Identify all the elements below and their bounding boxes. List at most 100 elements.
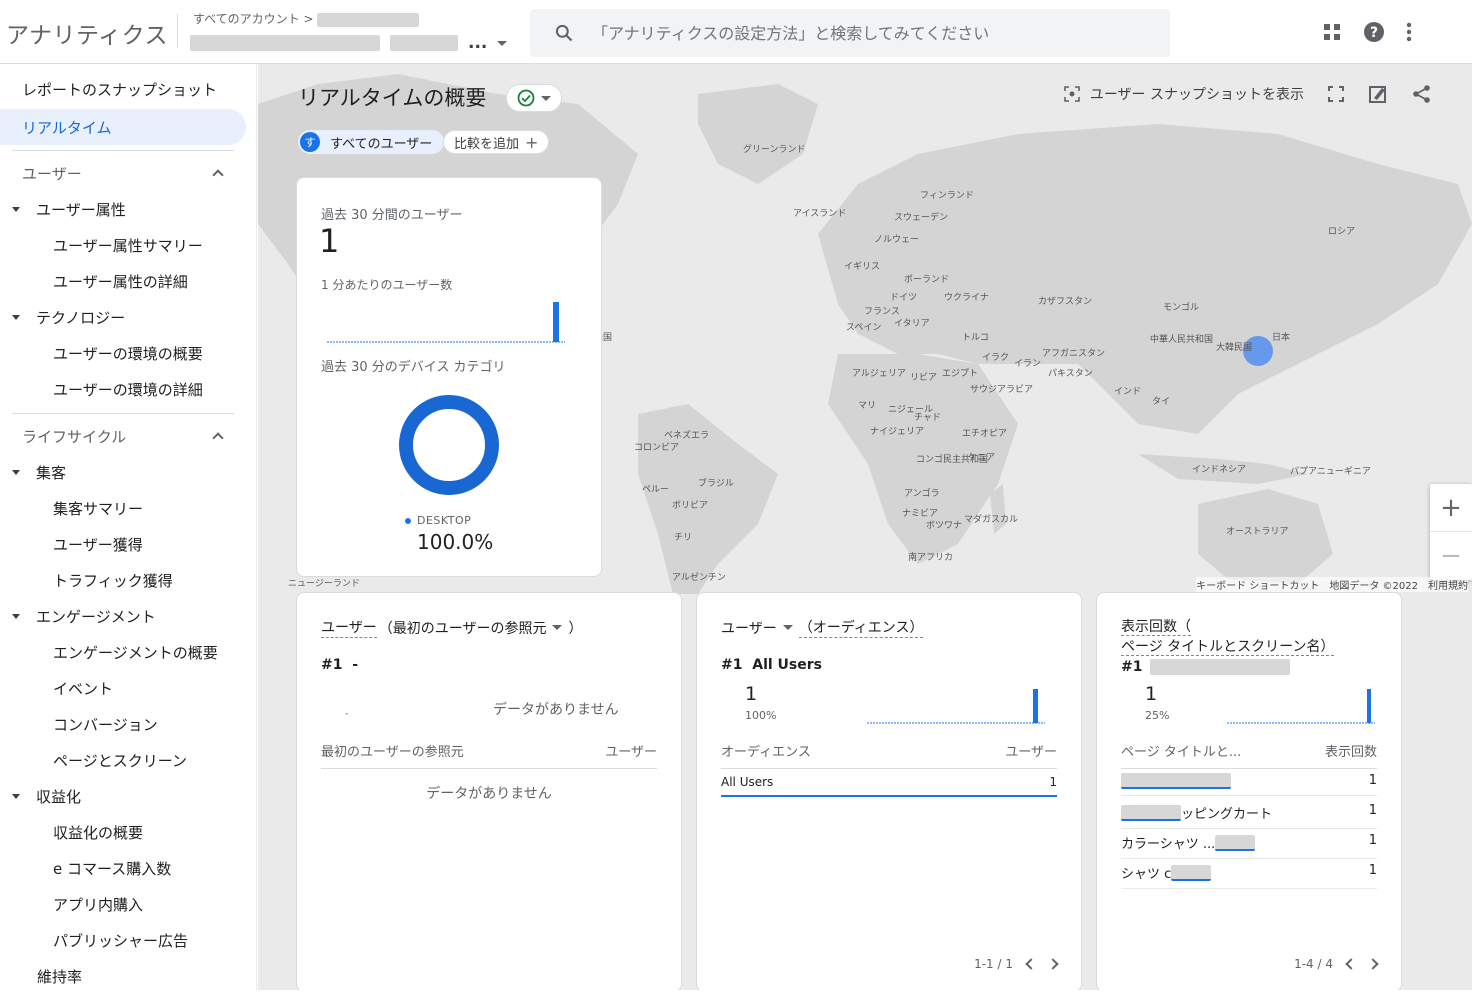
map-data-credit: 地図データ ©2022 [1329, 581, 1418, 592]
metric-selector[interactable]: ユーザー [721, 618, 777, 638]
chevron-right-icon[interactable] [1047, 958, 1059, 970]
table-row[interactable]: カラーシャツ ... 1 [1121, 833, 1377, 859]
row-name-text: カラーシャツ ... [1121, 837, 1216, 852]
map-country-label: カザフスタン [1038, 297, 1093, 307]
property-name-redacted [190, 35, 380, 51]
sidebar-item-label: 収益化の概要 [53, 823, 144, 842]
sidebar-item-acq-summary[interactable]: 集客サマリー [0, 490, 143, 526]
map-country-label: パキスタン [1048, 369, 1093, 379]
no-data-message: データがありません [426, 786, 552, 802]
account-breadcrumb[interactable]: すべてのアカウント > [193, 10, 420, 27]
donut-slice-desktop [399, 395, 499, 495]
segment-chip-all-users[interactable]: す すべてのユーザー [298, 130, 445, 154]
sidebar-item-realtime[interactable]: リアルタイム [0, 109, 246, 145]
help-icon[interactable]: ? [1362, 20, 1386, 44]
sidebar-item-eng-conv[interactable]: コンバージョン [0, 706, 158, 742]
more-vert-icon[interactable] [1406, 22, 1412, 42]
sparkline-bar [553, 302, 559, 342]
chevron-down-icon[interactable] [782, 625, 793, 630]
map-country-label: モンゴル [1163, 303, 1200, 313]
keyboard-shortcuts-link[interactable]: キーボード ショートカット [1196, 577, 1319, 592]
share-icon[interactable] [1412, 84, 1432, 104]
sidebar-item-acq-traffic[interactable]: トラフィック獲得 [0, 562, 173, 598]
sidebar-item-label: 集客サマリー [53, 499, 144, 518]
table-row[interactable]: シャツ c 1 [1121, 863, 1377, 889]
row-name-redacted [1121, 804, 1181, 821]
property-selector[interactable]: ... [190, 32, 508, 54]
map-country-label: タイ [1152, 397, 1171, 407]
dimension-selector[interactable]: （オーディエンス） [798, 617, 924, 638]
sidebar-group-acq[interactable]: 集客 [0, 454, 66, 490]
sidebar-group-monetize[interactable]: 収益化 [0, 778, 81, 814]
no-data-message: データがありません [493, 702, 619, 718]
section-user[interactable]: ユーザー [0, 155, 246, 191]
table-row[interactable]: ッピングカート 1 [1121, 803, 1377, 829]
map-country-label: ボリビア [672, 501, 709, 511]
fullscreen-icon[interactable] [1328, 86, 1344, 102]
divider [12, 150, 234, 151]
sidebar-group-engagement[interactable]: エンゲージメント [0, 598, 156, 634]
terms-link[interactable]: 利用規約 [1428, 577, 1468, 592]
search-input[interactable] [592, 23, 1152, 43]
sidebar-item-mon-ecom[interactable]: e コマース購入数 [0, 850, 171, 886]
zoom-in-button[interactable]: + [1430, 484, 1472, 532]
sidebar-item-eng-overview[interactable]: エンゲージメントの概要 [0, 634, 218, 670]
rank-value: 1 [745, 683, 758, 705]
sidebar-item-mon-overview[interactable]: 収益化の概要 [0, 814, 143, 850]
map-country-label: イラン [1014, 359, 1042, 369]
dimension-selector[interactable]: ページ タイトルとスクリーン名） [1121, 639, 1335, 656]
sidebar-item-user-attr-summary[interactable]: ユーザー属性サマリー [0, 227, 203, 263]
sidebar-item-eng-pages[interactable]: ページとスクリーン [0, 742, 187, 778]
dimension-selector[interactable]: （最初のユーザーの参照元 [379, 618, 547, 638]
table-row[interactable]: 1 [1121, 773, 1377, 796]
chevron-left-icon[interactable] [1025, 958, 1037, 970]
column-header: ユーザー [605, 745, 657, 760]
app-logo[interactable]: アナリティクス [6, 16, 168, 50]
user-snapshot-label: ユーザー スナップショットを表示 [1089, 87, 1304, 103]
user-snapshot-button[interactable]: ユーザー スナップショットを表示 [1064, 84, 1304, 104]
sidebar-item-label: イベント [53, 679, 114, 698]
add-comparison-button[interactable]: 比較を追加 + [443, 130, 550, 154]
device-donut-chart[interactable] [397, 393, 501, 497]
map-country-label: マダガスカル [964, 515, 1019, 525]
map-country-label: パプアニューギニア [1290, 467, 1371, 477]
sidebar-item-tech-detail[interactable]: ユーザーの環境の詳細 [0, 371, 203, 407]
column-header: ページ タイトルと... [1121, 745, 1242, 760]
search-bar[interactable] [530, 9, 1170, 57]
svg-text:?: ? [1370, 25, 1378, 41]
page-views-sparkline [1227, 689, 1375, 724]
chevron-right-icon[interactable] [1367, 958, 1379, 970]
map-country-label: アルゼンチン [672, 573, 726, 583]
sidebar-item-mon-inapp[interactable]: アプリ内購入 [0, 886, 143, 922]
status-selector[interactable] [506, 84, 562, 112]
apps-grid-icon[interactable] [1322, 22, 1342, 42]
sidebar-item-user-attr-detail[interactable]: ユーザー属性の詳細 [0, 263, 188, 299]
edit-report-icon[interactable] [1368, 84, 1388, 104]
chevron-down-icon[interactable] [552, 625, 563, 630]
table-row[interactable]: All Users 1 [721, 775, 1057, 797]
sidebar-group-user-attr[interactable]: ユーザー属性 [0, 191, 126, 227]
sidebar-group-tech[interactable]: テクノロジー [0, 299, 125, 335]
audience-sparkline [867, 689, 1045, 724]
metric-selector[interactable]: ユーザー [321, 617, 377, 638]
sidebar-item-tech-overview[interactable]: ユーザーの環境の概要 [0, 335, 203, 371]
sidebar-item-acq-user[interactable]: ユーザー獲得 [0, 526, 143, 562]
chevron-left-icon[interactable] [1345, 958, 1357, 970]
sidebar-item-eng-events[interactable]: イベント [0, 670, 113, 706]
sidebar-item-snapshot[interactable]: レポートのスナップショット [0, 71, 217, 107]
column-header: ユーザー [1005, 745, 1057, 760]
map-country-label: スペイン [846, 323, 882, 333]
sidebar-item-retention[interactable]: 維持率 [0, 958, 82, 994]
metric-selector[interactable]: 表示回数（ [1121, 619, 1191, 636]
section-lifecycle[interactable]: ライフサイクル [0, 418, 246, 454]
card-audience: ユーザー （オーディエンス） #1 All Users 1 100% オーディエ… [696, 592, 1082, 990]
row-value: 1 [1368, 863, 1377, 878]
sidebar-item-mon-publisher[interactable]: パブリッシャー広告 [0, 922, 188, 958]
zoom-out-button[interactable]: − [1430, 532, 1472, 580]
section-label: ライフサイクル [22, 427, 127, 446]
column-header: 最初のユーザーの参照元 [321, 745, 464, 760]
snapshot-icon [1064, 86, 1080, 102]
card-title: 表示回数（ ページ タイトルとスクリーン名） [1121, 617, 1335, 657]
table-header: オーディエンス ユーザー [721, 741, 1057, 769]
main-content: グリーンランド アイスランド フィンランド スウェーデン ノルウェー ロシア イギリス ポーラ… [258, 64, 1472, 990]
